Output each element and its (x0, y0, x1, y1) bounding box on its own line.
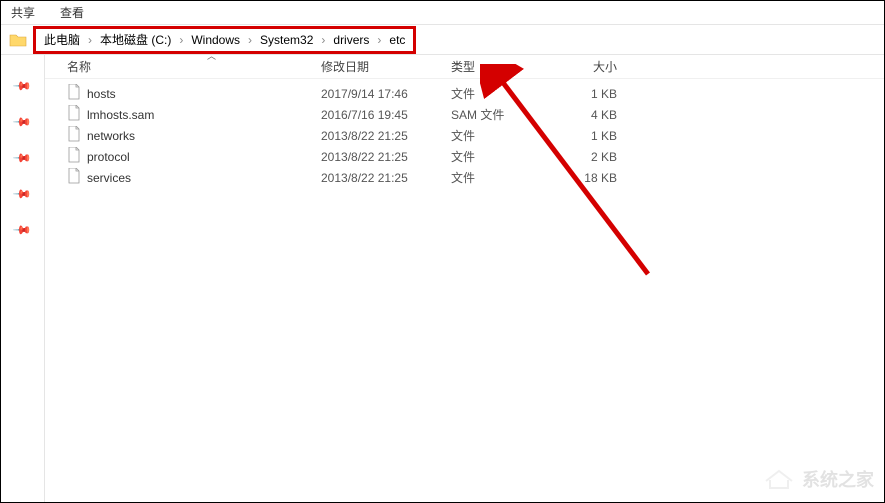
header-type[interactable]: 类型 (451, 58, 551, 75)
watermark: 系统之家 (762, 466, 874, 492)
file-icon (67, 105, 81, 124)
crumb-this-pc[interactable]: 此电脑 (44, 31, 80, 48)
chevron-right-icon: › (244, 33, 256, 47)
sort-asc-icon: ︿ (207, 49, 216, 62)
toolbar-share[interactable]: 共享 (11, 4, 35, 21)
file-size: 1 KB (551, 129, 641, 143)
watermark-text: 系统之家 (802, 466, 874, 492)
crumb-system32[interactable]: System32 (260, 33, 313, 47)
file-size: 18 KB (551, 171, 641, 185)
header-name-label: 名称 (67, 60, 91, 74)
header-date[interactable]: 修改日期 (321, 58, 451, 75)
toolbar-view[interactable]: 查看 (60, 4, 84, 21)
pin-icon[interactable]: 📌 (12, 112, 32, 132)
file-type: SAM 文件 (451, 106, 551, 123)
file-date: 2013/8/22 21:25 (321, 171, 451, 185)
quick-access-sidebar: 📌 📌 📌 📌 📌 (1, 55, 45, 502)
file-row[interactable]: hosts 2017/9/14 17:46文件1 KB (45, 83, 884, 104)
pin-icon[interactable]: 📌 (12, 148, 32, 168)
file-type: 文件 (451, 169, 551, 186)
chevron-right-icon: › (175, 33, 187, 47)
file-type: 文件 (451, 85, 551, 102)
file-name: hosts (87, 87, 116, 101)
file-row[interactable]: lmhosts.sam 2016/7/16 19:45SAM 文件4 KB (45, 104, 884, 125)
file-date: 2017/9/14 17:46 (321, 87, 451, 101)
file-icon (67, 147, 81, 166)
file-name: networks (87, 129, 135, 143)
file-date: 2013/8/22 21:25 (321, 129, 451, 143)
file-row[interactable]: protocol 2013/8/22 21:25文件2 KB (45, 146, 884, 167)
file-name: protocol (87, 150, 130, 164)
chevron-right-icon: › (317, 33, 329, 47)
header-size[interactable]: 大小 (551, 58, 641, 75)
pin-icon[interactable]: 📌 (12, 76, 32, 96)
crumb-drivers[interactable]: drivers (333, 33, 369, 47)
file-icon (67, 168, 81, 187)
file-name: services (87, 171, 131, 185)
file-row[interactable]: services 2013/8/22 21:25文件18 KB (45, 167, 884, 188)
file-type: 文件 (451, 127, 551, 144)
file-list-pane: 名称 ︿ 修改日期 类型 大小 hosts2017/9/14 17:46文件1 … (45, 55, 884, 502)
pin-icon[interactable]: 📌 (12, 220, 32, 240)
house-icon (762, 467, 796, 491)
toolbar: 共享 查看 (1, 1, 884, 25)
file-row[interactable]: networks 2013/8/22 21:25文件1 KB (45, 125, 884, 146)
file-date: 2013/8/22 21:25 (321, 150, 451, 164)
folder-icon (9, 32, 27, 48)
file-size: 2 KB (551, 150, 641, 164)
file-size: 4 KB (551, 108, 641, 122)
column-headers: 名称 ︿ 修改日期 类型 大小 (45, 55, 884, 79)
file-size: 1 KB (551, 87, 641, 101)
header-name[interactable]: 名称 ︿ (67, 58, 321, 75)
file-list: hosts2017/9/14 17:46文件1 KBlmhosts.sam201… (45, 79, 884, 188)
crumb-etc[interactable]: etc (389, 33, 405, 47)
pin-icon[interactable]: 📌 (12, 184, 32, 204)
file-icon (67, 84, 81, 103)
breadcrumb[interactable]: 此电脑 › 本地磁盘 (C:) › Windows › System32 › d… (33, 26, 416, 54)
file-date: 2016/7/16 19:45 (321, 108, 451, 122)
chevron-right-icon: › (373, 33, 385, 47)
file-type: 文件 (451, 148, 551, 165)
crumb-drive-c[interactable]: 本地磁盘 (C:) (100, 31, 171, 48)
file-name: lmhosts.sam (87, 108, 154, 122)
crumb-windows[interactable]: Windows (191, 33, 240, 47)
chevron-right-icon: › (84, 33, 96, 47)
file-icon (67, 126, 81, 145)
breadcrumb-bar: 此电脑 › 本地磁盘 (C:) › Windows › System32 › d… (1, 25, 884, 55)
